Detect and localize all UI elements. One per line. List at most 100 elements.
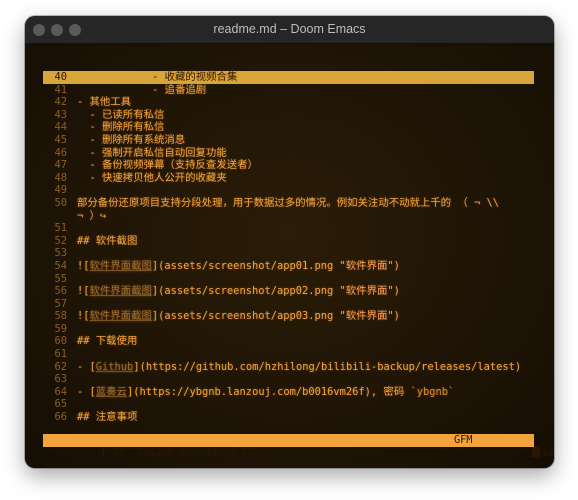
editor-line[interactable]: 54 ![软件界面截图](assets/screenshot/app01.png … — [43, 260, 534, 273]
editor-line[interactable]: 64 - [蓝奏云](https://ybgnb.lanzouj.com/b001… — [43, 386, 534, 399]
editor-line[interactable]: 46 - 强制开启私信自动回复功能 — [43, 147, 534, 160]
line-number: 65 — [54, 398, 67, 411]
editor-line[interactable]: 58 ![软件界面截图](assets/screenshot/app03.png … — [43, 310, 534, 323]
line-text: - 追番追剧 — [77, 83, 207, 96]
line-number: 55 — [54, 272, 67, 285]
line-code-segment: `ybgnb` — [410, 385, 455, 398]
editor-line[interactable]: 59 — [43, 323, 534, 336]
editor-line[interactable]: ¬ ）↪ — [43, 210, 534, 223]
line-number: 47 — [54, 159, 67, 172]
buffer-size: 1.5k — [100, 448, 125, 459]
editor-line[interactable]: 56 ![软件界面截图](assets/screenshot/app02.png … — [43, 285, 534, 298]
line-link-segment[interactable]: Github — [96, 361, 134, 373]
line-pre-segment: - [ — [77, 385, 96, 398]
git-branch-icon — [532, 447, 541, 457]
line-number: 44 — [54, 121, 67, 134]
line-number: 42 — [54, 96, 67, 109]
line-text: - 强制开启私信自动回复功能 — [77, 146, 227, 159]
line-text: ![软件界面截图](assets/screenshot/app03.png "软… — [77, 310, 400, 323]
line-number: 50 — [54, 196, 67, 209]
editor-line[interactable]: 62 - [Github](https://github.com/hzhilong… — [43, 361, 534, 374]
title-bar: readme.md – Doom Emacs — [25, 16, 554, 44]
line-number: 58 — [54, 310, 67, 323]
mode-line: 1.5k readme.md 40:10 39% GFM main — [43, 434, 554, 459]
line-text: - 删除所有系统消息 — [77, 133, 186, 146]
line-number: 62 — [54, 360, 67, 373]
editor-line[interactable]: 40 - 收藏的视频合集 — [43, 71, 534, 84]
editor-line[interactable]: 49 — [43, 184, 534, 197]
line-number: 57 — [54, 297, 67, 310]
line-post-segment: ) — [393, 310, 400, 323]
editor-buffer[interactable]: 40 - 收藏的视频合集 41 - 追番追剧 42- 其他工具 43 - 已读所有私信… — [25, 44, 554, 468]
line-text: ![软件界面截图](assets/screenshot/app02.png "软… — [77, 285, 400, 298]
git-branch-name[interactable]: main — [541, 448, 554, 459]
major-mode[interactable]: GFM — [454, 434, 472, 447]
line-text: ## 下载使用 — [77, 335, 138, 348]
line-post-segment: ) — [393, 285, 400, 298]
editor-line[interactable]: 42 - 其他工具 — [43, 96, 534, 109]
line-link-segment[interactable]: 蓝奏云 — [96, 386, 127, 398]
buffer-percent: 39% — [241, 448, 260, 459]
line-text: - [蓝奏云](https://ybgnb.lanzouj.com/b0016v… — [77, 386, 454, 399]
line-mid-segment: ](assets/screenshot/app02.png — [151, 285, 340, 298]
emacs-window: readme.md – Doom Emacs 40 - 收藏的视频合集 41 - … — [25, 16, 554, 468]
line-str-segment: "软件界面" — [339, 259, 394, 272]
editor-line[interactable]: 57 — [43, 298, 534, 311]
editor-line[interactable]: 60 ## 下载使用 — [43, 335, 534, 348]
line-text: - 删除所有私信 — [77, 121, 165, 134]
line-text: ![软件界面截图](assets/screenshot/app01.png "软… — [77, 260, 400, 273]
line-number: 60 — [54, 335, 67, 348]
editor-line[interactable]: 47 - 备份视频弹幕（支持反查发送者） — [43, 159, 534, 172]
line-text: ## 注意事项 — [77, 411, 138, 424]
line-number: 61 — [54, 348, 67, 361]
line-mid-segment: ](https://ybgnb.lanzouj.com/b0016vm26f),… — [126, 385, 411, 398]
line-text: - 备份视频弹幕（支持反查发送者） — [77, 159, 258, 172]
line-text: - 已读所有私信 — [77, 108, 165, 121]
line-number: 52 — [54, 234, 67, 247]
line-number: 53 — [54, 247, 67, 260]
editor-line[interactable]: 44 - 删除所有私信 — [43, 121, 534, 134]
editor-line[interactable]: 55 — [43, 273, 534, 286]
line-number: 48 — [54, 171, 67, 184]
line-number: 64 — [54, 385, 67, 398]
editor-line[interactable]: 63 — [43, 373, 534, 386]
editor-line[interactable]: 51 — [43, 222, 534, 235]
line-number: 54 — [54, 259, 67, 272]
cursor-position: 40:10 — [204, 448, 236, 459]
editor-line[interactable]: 52 ## 软件截图 — [43, 235, 534, 248]
line-link-segment[interactable]: 软件界面截图 — [90, 285, 152, 297]
line-pre-segment: - [ — [77, 360, 96, 373]
buffer-lines[interactable]: 40 - 收藏的视频合集 41 - 追番追剧 42- 其他工具 43 - 已读所有私信… — [43, 71, 534, 424]
line-number: 63 — [54, 373, 67, 386]
line-number: 45 — [54, 133, 67, 146]
editor-line[interactable]: 53 — [43, 247, 534, 260]
line-text: ## 软件截图 — [77, 234, 138, 247]
line-number: 66 — [54, 411, 67, 424]
line-pre-segment: ![ — [77, 259, 90, 272]
line-number: 41 — [54, 83, 67, 96]
line-text: - 快速拷贝他人公开的收藏夹 — [77, 171, 227, 184]
buffer-filename[interactable]: readme.md — [137, 448, 192, 459]
line-mid-segment: ](assets/screenshot/app01.png — [151, 259, 340, 272]
editor-line[interactable]: 66 ## 注意事项 — [43, 411, 534, 424]
line-number: 51 — [54, 222, 67, 235]
line-text: ¬ ）↪ — [77, 209, 107, 222]
window-title: readme.md – Doom Emacs — [213, 22, 366, 36]
editor-line[interactable]: 50 部分备份还原项目支持分段处理，用于数据过多的情况。例如关注动不动就上千的 （… — [43, 197, 534, 210]
line-link-segment[interactable]: 软件界面截图 — [90, 310, 152, 322]
editor-line[interactable]: 43 - 已读所有私信 — [43, 109, 534, 122]
editor-line[interactable]: 41 - 追番追剧 — [43, 84, 534, 97]
line-link-segment[interactable]: 软件界面截图 — [90, 260, 152, 272]
editor-line[interactable]: 48 - 快速拷贝他人公开的收藏夹 — [43, 172, 534, 185]
line-mid-segment: ](assets/screenshot/app03.png — [151, 310, 340, 323]
editor-line[interactable]: 65 — [43, 398, 534, 411]
line-text: - [Github](https://github.com/hzhilong/b… — [77, 361, 521, 374]
line-number: 40 — [54, 71, 67, 83]
line-text: - 收藏的视频合集 — [77, 71, 238, 83]
editor-line[interactable]: 45 - 删除所有系统消息 — [43, 134, 534, 147]
line-text: 部分备份还原项目支持分段处理，用于数据过多的情况。例如关注动不动就上千的 （ ¬… — [77, 196, 499, 209]
line-number: 43 — [54, 108, 67, 121]
line-post-segment: ) — [393, 259, 400, 272]
editor-line[interactable]: 61 — [43, 348, 534, 361]
line-text: - 其他工具 — [77, 96, 132, 109]
